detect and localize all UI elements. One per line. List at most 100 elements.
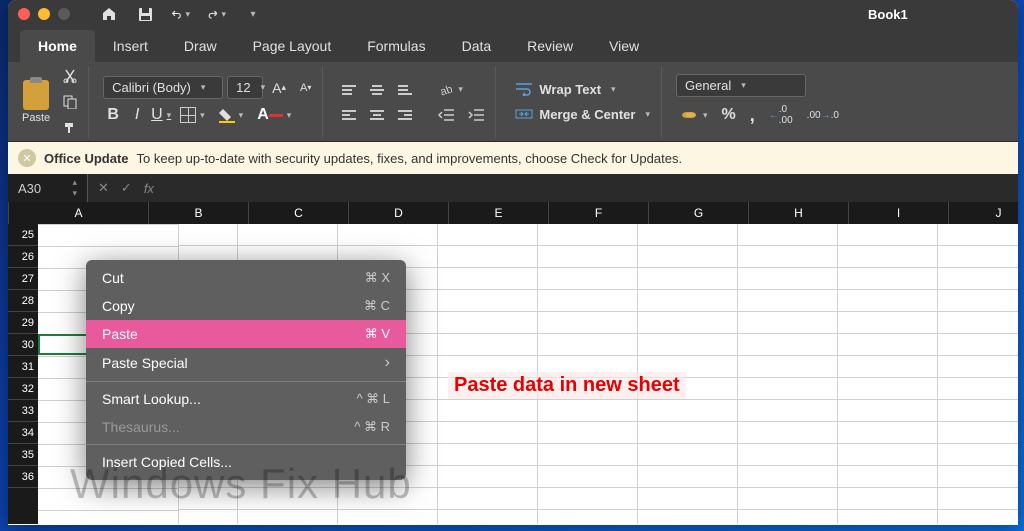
- row-header[interactable]: 36: [8, 466, 38, 488]
- tab-view[interactable]: View: [591, 30, 657, 62]
- orientation-button[interactable]: ab: [433, 79, 468, 101]
- align-center-button[interactable]: [365, 107, 389, 123]
- customize-qat-button[interactable]: ▾: [244, 5, 262, 23]
- wrap-text-label: Wrap Text: [539, 82, 601, 97]
- ctx-thesaurus-shortcut: ^ ⌘ R: [354, 419, 390, 435]
- tab-data[interactable]: Data: [444, 30, 510, 62]
- font-size-select[interactable]: 12: [227, 76, 263, 99]
- row-header[interactable]: 30: [8, 334, 38, 356]
- ctx-smart-lookup[interactable]: Smart Lookup... ^ ⌘ L: [86, 385, 406, 413]
- comma-button[interactable]: ,: [745, 102, 760, 129]
- align-middle-button[interactable]: [365, 82, 389, 98]
- column-header-i[interactable]: I: [849, 202, 949, 224]
- row-header[interactable]: 35: [8, 444, 38, 466]
- column-header-c[interactable]: C: [249, 202, 349, 224]
- increase-font-button[interactable]: A▴: [267, 77, 291, 99]
- context-menu: Cut ⌘ X Copy ⌘ C Paste ⌘ V Paste Special…: [86, 260, 406, 480]
- minimize-window-button[interactable]: [38, 8, 50, 20]
- close-banner-button[interactable]: ✕: [18, 149, 36, 167]
- tab-formulas[interactable]: Formulas: [349, 30, 443, 62]
- watermark-text: Windows Fix Hub: [70, 460, 412, 508]
- row-header[interactable]: 26: [8, 246, 38, 268]
- paste-button[interactable]: Paste: [22, 80, 50, 124]
- row-header[interactable]: 25: [8, 224, 38, 246]
- tab-draw[interactable]: Draw: [166, 30, 235, 62]
- number-format-select[interactable]: General: [676, 74, 806, 97]
- ctx-thesaurus: Thesaurus... ^ ⌘ R: [86, 413, 406, 441]
- cancel-formula-button[interactable]: ✕: [98, 180, 109, 196]
- confirm-formula-button[interactable]: ✓: [121, 180, 132, 196]
- fx-button[interactable]: fx: [144, 181, 154, 196]
- column-header-j[interactable]: J: [949, 202, 1018, 224]
- merge-center-button[interactable]: Merge & Center: [510, 104, 655, 125]
- underline-button[interactable]: U: [151, 103, 171, 127]
- bold-button[interactable]: B: [103, 103, 123, 127]
- wrap-merge-group: Wrap Text Merge & Center: [504, 66, 662, 138]
- maximize-window-button[interactable]: [58, 8, 70, 20]
- font-name-select[interactable]: Calibri (Body): [103, 76, 223, 99]
- quick-access-toolbar: ▾: [100, 5, 262, 23]
- title-bar: ▾ Book1: [8, 0, 1018, 28]
- accounting-format-button[interactable]: [676, 105, 713, 125]
- tab-page-layout[interactable]: Page Layout: [235, 30, 350, 62]
- italic-button[interactable]: I: [127, 103, 147, 127]
- copy-button[interactable]: [58, 92, 82, 112]
- decrease-indent-button[interactable]: [433, 105, 459, 125]
- decrease-font-button[interactable]: A▾: [295, 79, 316, 97]
- wrap-text-icon: [515, 82, 533, 96]
- save-icon[interactable]: [136, 5, 154, 23]
- ctx-paste-special[interactable]: Paste Special: [86, 348, 406, 378]
- column-header-b[interactable]: B: [149, 202, 249, 224]
- ctx-separator: [86, 381, 406, 382]
- ctx-copy[interactable]: Copy ⌘ C: [86, 292, 406, 320]
- undo-button[interactable]: [172, 5, 190, 23]
- name-box[interactable]: A30 ▴▾: [8, 174, 88, 202]
- borders-button[interactable]: [175, 104, 210, 126]
- ctx-paste-special-label: Paste Special: [102, 355, 188, 371]
- svg-text:ab: ab: [439, 83, 454, 98]
- decrease-decimal-button[interactable]: .00→.0: [802, 107, 844, 124]
- tab-home[interactable]: Home: [20, 30, 95, 62]
- column-header-e[interactable]: E: [449, 202, 549, 224]
- row-header[interactable]: 34: [8, 422, 38, 444]
- home-icon[interactable]: [100, 5, 118, 23]
- align-top-button[interactable]: [337, 82, 361, 98]
- increase-indent-button[interactable]: [463, 105, 489, 125]
- row-header[interactable]: 31: [8, 356, 38, 378]
- ctx-cut[interactable]: Cut ⌘ X: [86, 264, 406, 292]
- tab-review[interactable]: Review: [509, 30, 591, 62]
- row-header[interactable]: 33: [8, 400, 38, 422]
- column-header-h[interactable]: H: [749, 202, 849, 224]
- formula-input[interactable]: [166, 181, 1008, 196]
- column-header-f[interactable]: F: [549, 202, 649, 224]
- ctx-copy-label: Copy: [102, 298, 135, 314]
- ribbon: Paste Calibri (Body) 12 A▴ A▾ B I U: [8, 62, 1018, 142]
- row-header[interactable]: 28: [8, 290, 38, 312]
- column-headers: A B C D E F G H I J: [8, 202, 1018, 224]
- font-color-button[interactable]: A: [252, 103, 296, 127]
- ctx-smart-lookup-label: Smart Lookup...: [102, 391, 201, 407]
- align-bottom-button[interactable]: [393, 82, 417, 98]
- column-header-d[interactable]: D: [349, 202, 449, 224]
- percent-button[interactable]: %: [717, 103, 741, 127]
- border-icon: [180, 107, 196, 123]
- align-left-button[interactable]: [337, 107, 361, 123]
- tab-insert[interactable]: Insert: [95, 30, 166, 62]
- align-right-button[interactable]: [393, 107, 417, 123]
- row-header[interactable]: 32: [8, 378, 38, 400]
- column-header-a[interactable]: A: [9, 202, 149, 224]
- redo-button[interactable]: [208, 5, 226, 23]
- increase-decimal-button[interactable]: ←.0.00: [764, 101, 798, 129]
- fill-color-button[interactable]: [214, 104, 249, 126]
- close-window-button[interactable]: [18, 8, 30, 20]
- ctx-paste[interactable]: Paste ⌘ V: [86, 320, 406, 348]
- column-header-g[interactable]: G: [649, 202, 749, 224]
- format-painter-button[interactable]: [58, 118, 82, 138]
- ribbon-tabs: Home Insert Draw Page Layout Formulas Da…: [8, 28, 1018, 62]
- wrap-text-button[interactable]: Wrap Text: [510, 79, 620, 100]
- window-controls: [18, 8, 70, 20]
- row-header[interactable]: 27: [8, 268, 38, 290]
- cut-button[interactable]: [58, 66, 82, 86]
- ctx-cut-shortcut: ⌘ X: [365, 270, 390, 286]
- row-header[interactable]: 29: [8, 312, 38, 334]
